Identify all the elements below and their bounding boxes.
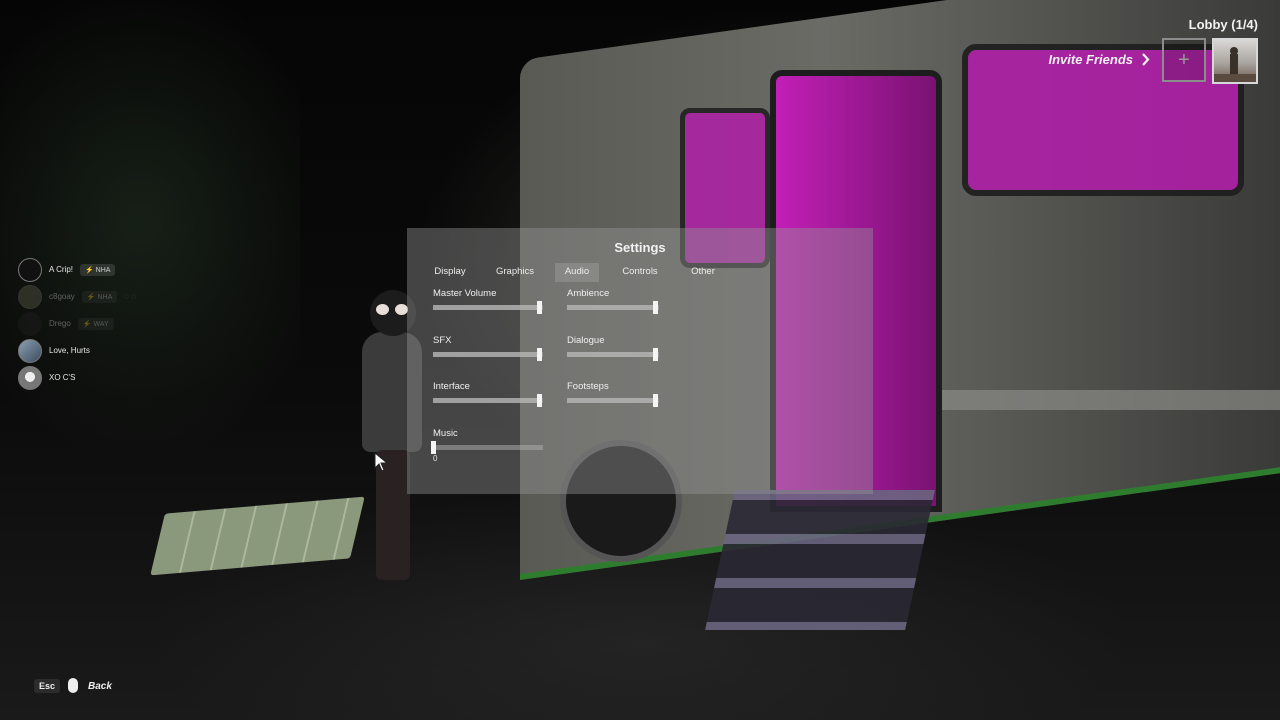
friend-item[interactable]: Drego ⚡ WAY — [18, 310, 136, 337]
slider-fill — [433, 352, 539, 357]
chevron-right-icon — [1142, 53, 1150, 66]
slider-thumb[interactable] — [536, 301, 542, 314]
sfx-control: SFX — [433, 335, 543, 361]
lobby-title: Lobby (1/4) — [1188, 17, 1258, 32]
friend-status-icon: ◌ ◌ — [124, 292, 136, 301]
slider-fill — [433, 305, 539, 310]
friend-item[interactable]: A Crip! ⚡ NHA — [18, 256, 136, 283]
tab-graphics[interactable]: Graphics — [489, 263, 541, 282]
friend-tag: ⚡ WAY — [77, 317, 114, 330]
slider-label: Footsteps — [567, 381, 609, 392]
master-volume-control: Master Volume — [433, 288, 543, 314]
slider-label: Music — [433, 428, 458, 439]
dialogue-slider[interactable] — [567, 348, 659, 361]
tab-other[interactable]: Other — [683, 263, 723, 282]
character-eye — [376, 304, 389, 315]
ambience-control: Ambience — [567, 288, 659, 314]
tab-display[interactable]: Display — [427, 263, 473, 282]
tab-audio[interactable]: Audio — [555, 263, 599, 282]
invite-friends-label: Invite Friends — [1048, 52, 1133, 67]
friend-tag: ⚡ NHA — [80, 263, 116, 276]
player-avatar-image — [1214, 47, 1256, 82]
slider-thumb[interactable] — [536, 394, 542, 407]
friend-name: XO C'S — [49, 373, 76, 382]
slider-label: Master Volume — [433, 288, 497, 299]
music-value: 0 — [433, 454, 438, 463]
friend-tag: ⚡ NHA — [81, 290, 118, 303]
interface-control: Interface — [433, 381, 543, 407]
slider-label: Ambience — [567, 288, 610, 299]
plus-icon: + — [1178, 48, 1190, 71]
rv-stripe — [900, 390, 1280, 410]
slider-fill — [433, 398, 539, 403]
player-slot-avatar[interactable] — [1212, 38, 1258, 84]
settings-panel: Settings Display Graphics Audio Controls… — [407, 228, 873, 494]
dialogue-control: Dialogue — [567, 335, 659, 361]
footsteps-control: Footsteps — [567, 381, 659, 407]
settings-tabs: Display Graphics Audio Controls Other — [417, 263, 747, 282]
slider-thumb[interactable] — [653, 394, 659, 407]
sfx-slider[interactable] — [433, 348, 543, 361]
slider-thumb[interactable] — [536, 348, 542, 361]
master-volume-slider[interactable] — [433, 301, 543, 314]
friend-item[interactable]: XO C'S — [18, 364, 136, 391]
slider-thumb[interactable] — [431, 441, 436, 454]
slider-label: SFX — [433, 335, 452, 346]
avatar — [18, 284, 42, 309]
esc-key-hint: Esc — [34, 679, 61, 693]
avatar — [18, 257, 42, 282]
mouse-icon — [68, 678, 78, 693]
settings-title: Settings — [614, 240, 666, 255]
music-slider[interactable] — [431, 441, 543, 454]
interface-slider[interactable] — [433, 394, 543, 407]
friend-name: A Crip! — [49, 265, 74, 274]
ambience-slider[interactable] — [567, 301, 659, 314]
music-control: Music 0 — [431, 428, 543, 463]
slider-label: Dialogue — [567, 335, 605, 346]
footsteps-slider[interactable] — [567, 394, 659, 407]
friend-item[interactable]: Love, Hurts — [18, 337, 136, 364]
avatar — [18, 338, 42, 363]
friend-name: c8goay — [49, 292, 75, 301]
add-player-slot[interactable]: + — [1162, 38, 1206, 82]
friend-name: Love, Hurts — [49, 346, 90, 355]
cursor-icon — [374, 452, 388, 472]
slider-fill — [567, 305, 656, 310]
friends-list: A Crip! ⚡ NHA c8goay ⚡ NHA ◌ ◌ Drego ⚡ W… — [18, 256, 136, 391]
slider-label: Interface — [433, 381, 470, 392]
slider-fill — [567, 352, 656, 357]
back-button[interactable]: Back — [88, 681, 112, 692]
avatar — [18, 365, 42, 390]
slider-fill — [567, 398, 656, 403]
invite-friends-button[interactable]: Invite Friends — [1048, 52, 1150, 67]
slider-thumb[interactable] — [653, 301, 659, 314]
rv-steps — [705, 490, 935, 630]
tab-controls[interactable]: Controls — [613, 263, 667, 282]
slider-thumb[interactable] — [653, 348, 659, 361]
friend-item[interactable]: c8goay ⚡ NHA ◌ ◌ — [18, 283, 136, 310]
friend-name: Drego — [49, 319, 71, 328]
avatar — [18, 311, 42, 336]
